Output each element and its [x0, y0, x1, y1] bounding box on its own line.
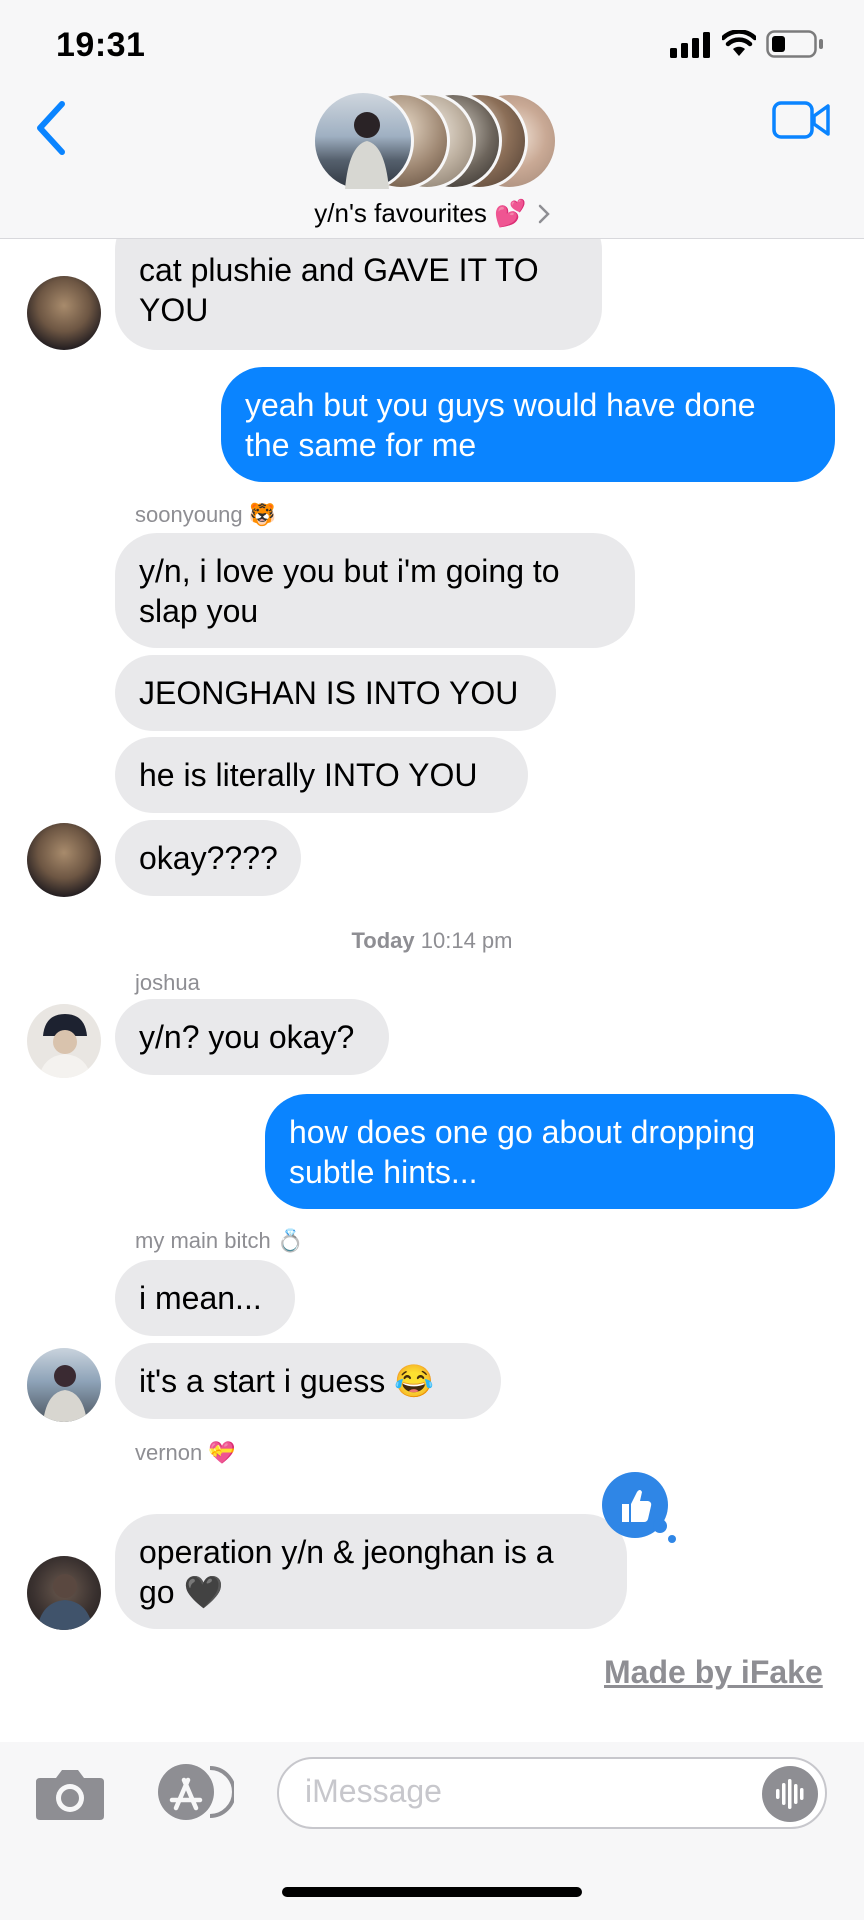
- message-bubble-sent[interactable]: yeah but you guys would have done the sa…: [221, 367, 835, 482]
- message-bubble[interactable]: operation y/n & jeonghan is a go 🖤: [115, 1514, 627, 1629]
- video-camera-icon[interactable]: [772, 100, 830, 140]
- message-input-placeholder: iMessage: [305, 1773, 442, 1809]
- message-bubble[interactable]: y/n? you okay?: [115, 999, 389, 1075]
- watermark[interactable]: Made by iFake: [604, 1654, 823, 1691]
- message-text: operation y/n & jeonghan is a: [139, 1533, 554, 1570]
- sender-name: soonyoung 🐯: [135, 502, 277, 527]
- sender-name: my main bitch 💍: [135, 1228, 305, 1253]
- message-text: YOU: [139, 292, 209, 328]
- message-text: i mean...: [139, 1280, 262, 1316]
- message-text: slap you: [139, 592, 259, 629]
- group-avatar-stack[interactable]: [312, 90, 558, 192]
- message-text: subtle hints...: [289, 1153, 478, 1190]
- message-text: cat plushie and GAVE IT TO: [139, 252, 539, 288]
- signal-icon: [670, 32, 710, 58]
- message-bubble[interactable]: okay????: [115, 820, 301, 896]
- message-text: okay????: [139, 840, 278, 876]
- home-indicator[interactable]: [282, 1887, 582, 1897]
- message-text: y/n? you okay?: [139, 1019, 355, 1055]
- contact-avatar[interactable]: [27, 1556, 101, 1630]
- chevron-right-icon: [538, 204, 550, 224]
- message-bubble[interactable]: he is literally INTO YOU: [115, 737, 528, 813]
- sender-name: vernon 💝: [135, 1440, 236, 1465]
- message-bubble[interactable]: i mean...: [115, 1260, 295, 1336]
- message-text: the same for me: [245, 426, 477, 463]
- message-text: JEONGHAN IS INTO YOU: [139, 675, 519, 711]
- message-bubble-sent[interactable]: how does one go about dropping subtle hi…: [265, 1094, 835, 1209]
- wifi-icon: [722, 30, 756, 56]
- message-bubble[interactable]: JEONGHAN IS INTO YOU: [115, 655, 556, 731]
- audio-waveform-icon[interactable]: [761, 1765, 819, 1823]
- message-text: y/n, i love you but i'm going to: [139, 552, 560, 589]
- contact-avatar[interactable]: [27, 1348, 101, 1422]
- thumbs-up-icon[interactable]: [600, 1470, 680, 1546]
- contact-avatar[interactable]: [27, 823, 101, 897]
- group-name-label: y/n's favourites: [314, 198, 487, 228]
- group-name-emoji: 💕: [494, 198, 527, 228]
- camera-icon[interactable]: [34, 1766, 106, 1820]
- message-text: he is literally INTO YOU: [139, 757, 478, 793]
- conversation-header: 19:31 y/n's favourites 💕: [0, 0, 864, 239]
- contact-avatar[interactable]: [27, 276, 101, 350]
- group-member-avatar: [312, 90, 414, 192]
- battery-icon: [766, 30, 823, 58]
- message-bubble[interactable]: y/n, i love you but i'm going to slap yo…: [115, 533, 635, 648]
- status-time: 19:31: [56, 26, 146, 64]
- group-name[interactable]: y/n's favourites 💕: [0, 198, 864, 229]
- message-text: how does one go about dropping: [289, 1113, 756, 1150]
- back-chevron-icon[interactable]: [34, 100, 68, 156]
- message-input[interactable]: iMessage: [277, 1757, 827, 1829]
- app-store-icon[interactable]: [150, 1762, 234, 1822]
- sender-name: joshua: [135, 970, 200, 995]
- timestamp: Today 10:14 pm: [351, 928, 513, 953]
- message-text: go 🖤: [139, 1573, 224, 1610]
- message-bubble[interactable]: it's a start i guess 😂: [115, 1343, 501, 1419]
- message-text: it's a start i guess 😂: [139, 1363, 434, 1399]
- contact-avatar[interactable]: [27, 1004, 101, 1078]
- message-text: yeah but you guys would have done: [245, 386, 756, 423]
